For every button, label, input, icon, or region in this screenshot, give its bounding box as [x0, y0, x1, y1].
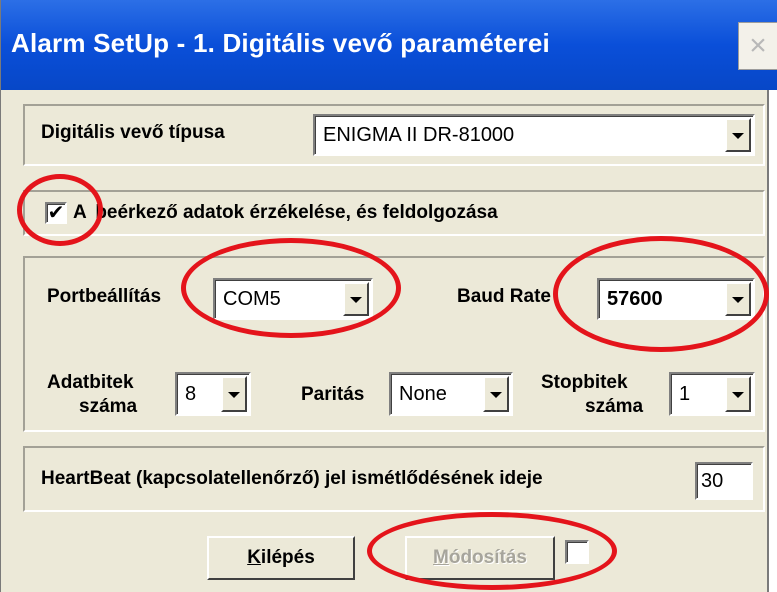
chevron-down-icon[interactable]: [725, 376, 751, 412]
chevron-down-icon[interactable]: [725, 118, 751, 152]
chevron-down-icon[interactable]: [221, 376, 247, 412]
stopbits-label-line1: Stopbitek: [541, 372, 628, 393]
processing-label-prefix: A: [73, 202, 87, 223]
port-value: COM5: [223, 287, 281, 310]
exit-label: ilépés: [260, 547, 315, 568]
parity-value: None: [399, 382, 447, 405]
alarm-setup-window: Alarm SetUp - 1. Digitális vevő paraméte…: [0, 0, 777, 592]
chevron-down-icon[interactable]: [725, 282, 751, 316]
receiver-type-select[interactable]: ENIGMA II DR-81000: [313, 114, 755, 156]
port-label: Portbeállítás: [47, 286, 162, 307]
window-title: Alarm SetUp - 1. Digitális vevő paraméte…: [11, 28, 550, 58]
baud-rate-value: 57600: [607, 287, 663, 310]
baud-rate-select[interactable]: 57600: [597, 278, 755, 320]
close-icon: ×: [749, 29, 767, 62]
chevron-down-icon[interactable]: [483, 376, 509, 412]
receiver-type-value: ENIGMA II DR-81000: [323, 123, 515, 146]
stopbits-select[interactable]: 1: [669, 372, 755, 416]
heartbeat-label: HeartBeat (kapcsolatellenőrző) jel ismét…: [41, 468, 543, 489]
checkmark-icon: ✔: [47, 202, 65, 224]
close-button[interactable]: ×: [738, 22, 777, 70]
receiver-type-label: Digitális vevő típusa: [41, 122, 225, 143]
processing-label[interactable]: A beérkező adatok érzékelése, és feldolg…: [73, 202, 498, 224]
title-bar[interactable]: Alarm SetUp - 1. Digitális vevő paraméte…: [1, 0, 777, 90]
port-select[interactable]: COM5: [213, 278, 373, 320]
baud-rate-label: Baud Rate: [457, 286, 551, 307]
modify-label: ódosítás: [448, 547, 527, 568]
chevron-down-icon[interactable]: [343, 282, 369, 316]
heartbeat-interval-input[interactable]: 30: [695, 462, 753, 500]
databits-label-line2: száma: [79, 396, 138, 417]
parity-label: Paritás: [301, 384, 365, 405]
processing-label-text: beérkező adatok érzékelése, és feldolgoz…: [95, 202, 498, 223]
modify-button[interactable]: Módosítás: [405, 536, 555, 580]
databits-value: 8: [185, 382, 197, 405]
stopbits-value: 1: [679, 382, 691, 405]
databits-label-line1: Adatbitek: [47, 372, 134, 393]
stopbits-label-line2: száma: [585, 396, 644, 417]
modify-checkbox[interactable]: [565, 540, 589, 564]
databits-select[interactable]: 8: [175, 372, 251, 416]
parity-select[interactable]: None: [389, 372, 513, 416]
exit-hotkey: K: [247, 547, 261, 568]
modify-hotkey: M: [433, 547, 449, 568]
processing-checkbox[interactable]: ✔: [45, 202, 67, 224]
exit-button[interactable]: Kilépés: [207, 536, 355, 580]
